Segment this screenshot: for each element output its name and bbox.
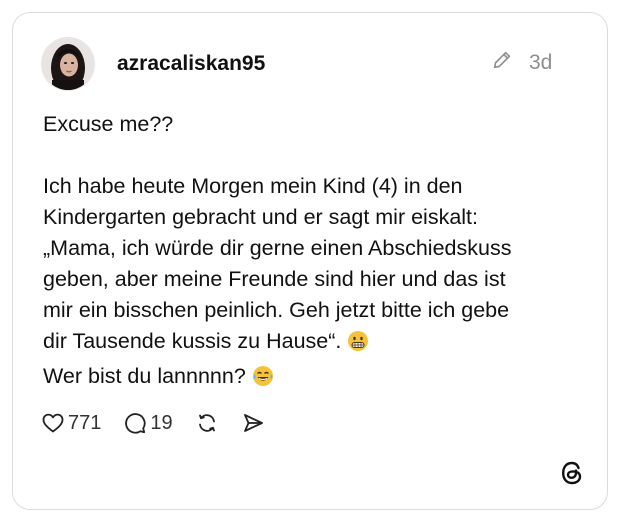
reply-count: 19	[150, 411, 173, 434]
post-line: geben, aber meine Freunde sind hier und …	[43, 267, 506, 291]
like-button[interactable]: 771	[41, 411, 101, 435]
post-line-with-emoji: Wer bist du lannnnn?	[43, 361, 583, 396]
avatar[interactable]	[41, 37, 95, 91]
post-line-with-emoji: dir Tausende kussis zu Hause“.	[43, 326, 583, 361]
post-line: dir Tausende kussis zu Hause“.	[43, 329, 342, 353]
grimacing-face-emoji	[347, 330, 369, 361]
send-icon	[241, 411, 265, 435]
post-line: Wer bist du lannnnn?	[43, 364, 246, 388]
post-card: azracaliskan95 3d Excuse me?? Ich habe h…	[12, 12, 608, 510]
comment-bubble-icon	[123, 411, 147, 435]
post-line: mir ein bisschen peinlich. Geh jetzt bit…	[43, 298, 510, 322]
reply-button[interactable]: 19	[123, 411, 173, 435]
threads-logo[interactable]	[559, 460, 585, 486]
post-line: Ich habe heute Morgen mein Kind (4) in d…	[43, 174, 463, 198]
post-body: Excuse me?? Ich habe heute Morgen mein K…	[43, 109, 583, 396]
share-button[interactable]	[241, 411, 265, 435]
username[interactable]: azracaliskan95	[117, 52, 265, 76]
post-line-blank	[43, 140, 583, 171]
repost-icon	[195, 411, 219, 435]
post-line: „Mama, ich würde dir gerne einen Abschie…	[43, 236, 512, 260]
post-timestamp: 3d	[529, 51, 553, 74]
pencil-icon[interactable]	[491, 49, 513, 71]
post-actions: 771 19	[41, 407, 287, 439]
heart-icon	[41, 411, 65, 435]
like-count: 771	[68, 411, 102, 434]
repost-button[interactable]	[195, 411, 219, 435]
tears-of-joy-emoji	[252, 365, 274, 396]
post-line: Excuse me??	[43, 112, 174, 136]
post-line: Kindergarten gebracht und er sagt mir ei…	[43, 205, 479, 229]
